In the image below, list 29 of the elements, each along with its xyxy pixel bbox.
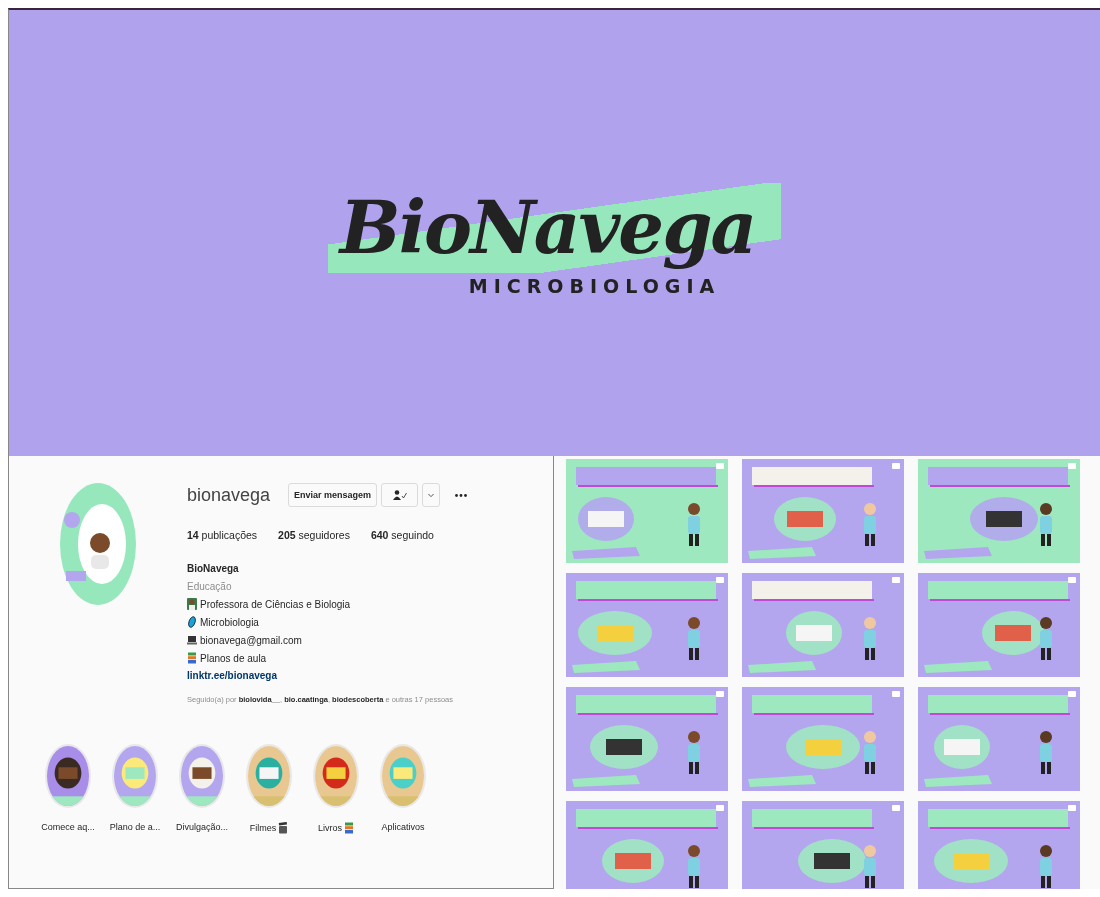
bio-line: Professora de Ciências e Biologia <box>200 598 351 610</box>
stat-text[interactable]: 14 publicações <box>187 529 258 541</box>
highlight-label: Filmes <box>249 823 277 833</box>
highlight-label: Plano de a... <box>109 822 161 832</box>
bio-line: Planos de aula <box>200 652 267 664</box>
highlight-label: Divulgação... <box>176 822 228 832</box>
highlight-label: Livros <box>318 823 342 833</box>
bio-line: Microbiologia <box>200 616 259 628</box>
highlight-label: Comece aq... <box>41 822 95 832</box>
person-check-icon <box>392 490 407 500</box>
logo-text: BioNavega <box>327 183 782 273</box>
username: bionavega <box>187 484 271 506</box>
capsule-icon <box>187 616 197 628</box>
laptop-icon <box>187 634 197 646</box>
books-icon <box>344 822 354 834</box>
logo-subtitle: MICROBIOLOGIA <box>468 275 721 297</box>
following-button[interactable] <box>381 483 419 507</box>
books-icon <box>187 652 197 664</box>
more-icon <box>455 493 468 497</box>
profile-category: Educação <box>187 581 233 592</box>
stat-text[interactable]: 205 seguidores <box>278 529 350 541</box>
bio-line: bionavega@gmail.com <box>200 634 302 646</box>
clapperboard-icon <box>278 822 289 834</box>
profile-name: BioNavega <box>187 563 240 574</box>
stat-text[interactable]: 640 seguindo <box>370 529 434 541</box>
profile-link[interactable]: linktr.ee/bionavega <box>187 670 473 681</box>
chevron-down-icon <box>428 492 435 498</box>
highlight-label: Aplicativos <box>381 822 425 832</box>
message-button[interactable]: Enviar mensagem <box>288 483 378 507</box>
